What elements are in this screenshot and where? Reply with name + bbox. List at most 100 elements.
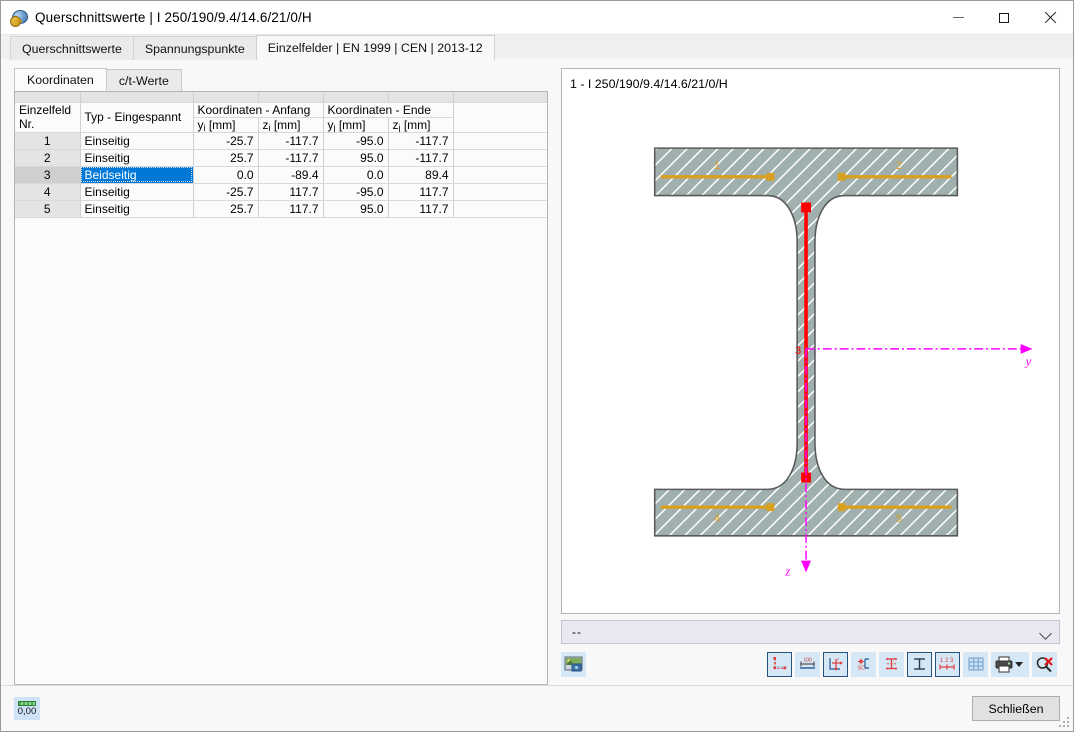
cell-extra[interactable] xyxy=(453,200,547,218)
row-number[interactable]: 2 xyxy=(15,149,81,167)
tab-einzelfelder[interactable]: Einzelfelder | EN 1999 | CEN | 2013-12 xyxy=(255,35,495,60)
section-outline-button[interactable] xyxy=(767,651,792,677)
table-row[interactable]: 4 Einseitig -25.7 117.7 -95.0 117.7 xyxy=(15,183,547,201)
col-header-line1: Einzelfeld xyxy=(19,103,72,117)
section-viewer[interactable]: 1 - I 250/190/9.4/14.6/21/0/H 1 2 3 4 5 … xyxy=(561,68,1060,614)
table-group-header-row: Einzelfeld Nr. Typ - Eingespannt Koordin… xyxy=(15,102,547,133)
row-number[interactable]: 3 xyxy=(15,166,81,184)
cell-extra[interactable] xyxy=(453,132,547,150)
tab-querschnittswerte[interactable]: Querschnittswerte xyxy=(10,36,134,60)
table-row[interactable]: 5 Einseitig 25.7 117.7 95.0 117.7 xyxy=(15,200,547,218)
svg-text:1: 1 xyxy=(940,658,944,664)
close-button[interactable] xyxy=(1027,1,1073,34)
col-header-zj[interactable]: zj [mm] xyxy=(388,117,454,133)
view-selector-combo[interactable]: -- xyxy=(561,620,1060,644)
tab-spannungspunkte[interactable]: Spannungspunkte xyxy=(132,36,257,60)
cell-yi[interactable]: 0.0 xyxy=(193,166,259,184)
minimize-button[interactable] xyxy=(935,1,981,34)
col-header-einzelfeld-nr[interactable]: Einzelfeld Nr. xyxy=(15,102,81,133)
subtab-ct-werte[interactable]: c/t-Werte xyxy=(105,69,182,91)
cell-zj[interactable]: 89.4 xyxy=(388,166,454,184)
cell-typ-selected[interactable]: Beidseitig xyxy=(80,166,194,184)
units-icon[interactable]: 0,00 xyxy=(14,697,40,720)
window-title: Querschnittswerte | I 250/190/9.4/14.6/2… xyxy=(35,10,312,25)
principal-axes-button[interactable] xyxy=(879,651,904,677)
cell-yi[interactable]: 25.7 xyxy=(193,149,259,167)
table-row[interactable]: 1 Einseitig -25.7 -117.7 -95.0 -117.7 xyxy=(15,132,547,150)
coordinate-axes: y z xyxy=(784,343,1033,578)
shear-center-icon: SC xyxy=(858,658,869,672)
footer-bar: 0,00 Schließen xyxy=(1,685,1073,731)
cell-zi[interactable]: -89.4 xyxy=(258,166,324,184)
table-row-selected[interactable]: 3 Beidseitig 0.0 -89.4 0.0 89.4 xyxy=(15,166,547,184)
cell-extra[interactable] xyxy=(453,183,547,201)
col-header-empty[interactable] xyxy=(453,102,547,133)
print-dropdown-caret[interactable] xyxy=(1015,661,1023,667)
section-drawing: 1 2 3 4 5 y z xyxy=(562,69,1059,613)
cell-extra[interactable] xyxy=(453,149,547,167)
cell-yj[interactable]: -95.0 xyxy=(323,183,389,201)
picture-button[interactable] xyxy=(561,651,586,677)
zoom-reset-icon xyxy=(1036,656,1053,672)
application-window: Querschnittswerte | I 250/190/9.4/14.6/2… xyxy=(0,0,1074,732)
cell-zj[interactable]: -117.7 xyxy=(388,132,454,150)
cell-yj[interactable]: 95.0 xyxy=(323,200,389,218)
minimize-icon xyxy=(952,17,964,18)
svg-text:3: 3 xyxy=(795,345,801,357)
cell-typ[interactable]: Einseitig xyxy=(80,132,194,150)
cell-zj[interactable]: 117.7 xyxy=(388,183,454,201)
cell-zi[interactable]: -117.7 xyxy=(258,132,324,150)
cell-zi[interactable]: 117.7 xyxy=(258,183,324,201)
close-dialog-button[interactable]: Schließen xyxy=(972,696,1060,721)
row-number[interactable]: 5 xyxy=(15,200,81,218)
table-header-spacer xyxy=(15,92,547,103)
cell-extra[interactable] xyxy=(453,166,547,184)
cell-yj[interactable]: 95.0 xyxy=(323,149,389,167)
einzelfelder-table-container[interactable]: Einzelfeld Nr. Typ - Eingespannt Koordin… xyxy=(14,91,548,685)
principal-axes-icon xyxy=(886,658,897,670)
cell-yj[interactable]: 0.0 xyxy=(323,166,389,184)
print-button-group[interactable] xyxy=(991,651,1029,677)
viewer-pane: 1 - I 250/190/9.4/14.6/21/0/H 1 2 3 4 5 … xyxy=(561,60,1073,685)
col-group-header-ende[interactable]: Koordinaten - Ende xyxy=(323,102,454,118)
numbering-button[interactable]: 1 2 3 xyxy=(935,651,960,677)
axes-button[interactable]: y xyxy=(823,651,848,677)
row-number[interactable]: 4 xyxy=(15,183,81,201)
grid-button[interactable] xyxy=(963,651,988,677)
units-value: 0,00 xyxy=(17,706,37,717)
cell-yi[interactable]: -25.7 xyxy=(193,183,259,201)
table-row[interactable]: 2 Einseitig 25.7 -117.7 95.0 -117.7 xyxy=(15,149,547,167)
col-header-yj[interactable]: yj [mm] xyxy=(323,117,389,133)
col-header-typ[interactable]: Typ - Eingespannt xyxy=(80,102,194,133)
svg-text:1: 1 xyxy=(714,160,720,172)
cell-yi[interactable]: 25.7 xyxy=(193,200,259,218)
cell-yj[interactable]: -95.0 xyxy=(323,132,389,150)
dimension-button[interactable]: 100 xyxy=(795,651,820,677)
col-group-header-anfang[interactable]: Koordinaten - Anfang xyxy=(193,102,324,118)
col-header-zi[interactable]: zi [mm] xyxy=(258,117,324,133)
col-header-yi[interactable]: yi [mm] xyxy=(193,117,259,133)
cell-zj[interactable]: 117.7 xyxy=(388,200,454,218)
cell-zi[interactable]: -117.7 xyxy=(258,149,324,167)
viewer-toolbar: 100 y SC 1 2 3 xyxy=(561,649,1060,679)
cell-zj[interactable]: -117.7 xyxy=(388,149,454,167)
svg-text:100: 100 xyxy=(804,658,813,664)
zoom-reset-button[interactable] xyxy=(1032,651,1057,677)
cell-zi[interactable]: 117.7 xyxy=(258,200,324,218)
cell-typ[interactable]: Einseitig xyxy=(80,183,194,201)
resize-grip[interactable] xyxy=(1059,717,1070,728)
print-icon xyxy=(995,656,1013,672)
shear-center-button[interactable]: SC xyxy=(851,651,876,677)
cell-typ[interactable]: Einseitig xyxy=(80,200,194,218)
cell-yi[interactable]: -25.7 xyxy=(193,132,259,150)
einzelfelder-table: Einzelfeld Nr. Typ - Eingespannt Koordin… xyxy=(15,92,547,218)
cell-typ[interactable]: Einseitig xyxy=(80,149,194,167)
svg-text:3: 3 xyxy=(950,658,954,664)
parts-button[interactable] xyxy=(907,651,932,677)
maximize-button[interactable] xyxy=(981,1,1027,34)
table-body: 1 Einseitig -25.7 -117.7 -95.0 -117.7 2 … xyxy=(15,132,547,218)
chevron-down-icon[interactable] xyxy=(1039,625,1053,639)
subtab-koordinaten[interactable]: Koordinaten xyxy=(14,68,107,91)
row-number[interactable]: 1 xyxy=(15,132,81,150)
section-properties-icon xyxy=(10,8,30,27)
